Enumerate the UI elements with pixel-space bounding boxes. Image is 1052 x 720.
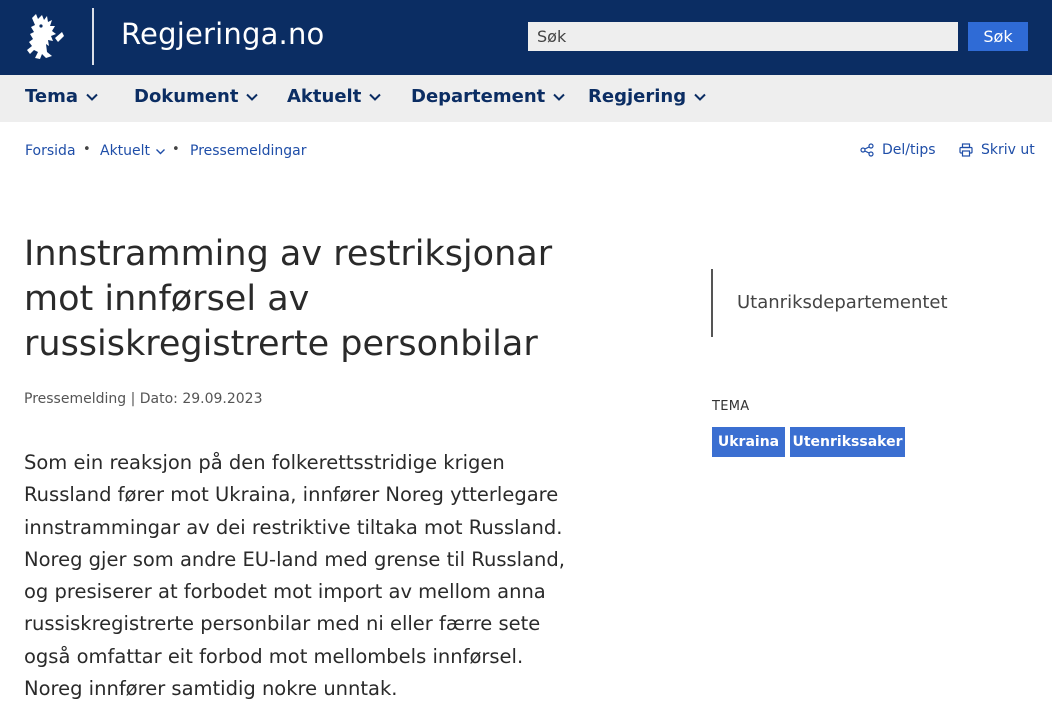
site-header: Regjeringa.no Søk bbox=[0, 0, 1052, 75]
printer-icon bbox=[959, 143, 973, 157]
nav-item-label: Regjering bbox=[588, 86, 687, 107]
breadcrumb-label: Forsida bbox=[25, 143, 76, 159]
share-label: Del/tips bbox=[882, 142, 936, 158]
search-input[interactable] bbox=[528, 22, 958, 51]
breadcrumb-separator: • bbox=[83, 142, 91, 157]
department-rule bbox=[711, 269, 713, 337]
nav-item-label: Aktuelt bbox=[287, 86, 362, 107]
nav-item-departement[interactable]: Departement bbox=[411, 86, 566, 107]
nav-item-dokument[interactable]: Dokument bbox=[134, 86, 259, 107]
breadcrumb-separator: • bbox=[172, 142, 180, 157]
breadcrumb-aktuelt[interactable]: Aktuelt bbox=[100, 143, 166, 159]
print-button[interactable]: Skriv ut bbox=[959, 142, 1035, 158]
nav-item-aktuelt[interactable]: Aktuelt bbox=[287, 86, 382, 107]
department-link[interactable]: Utanriksdepartementet bbox=[737, 292, 948, 313]
article-lead: Som ein reaksjon på den folkerettsstridi… bbox=[24, 451, 565, 701]
nav-item-regjering[interactable]: Regjering bbox=[588, 86, 707, 107]
chevron-down-icon bbox=[86, 93, 98, 101]
tag-utenrikssaker[interactable]: Utenrikssaker bbox=[790, 427, 905, 457]
search-button[interactable]: Søk bbox=[968, 22, 1028, 51]
chevron-down-icon bbox=[694, 93, 706, 101]
tema-label: TEMA bbox=[712, 399, 750, 414]
breadcrumb-label: Aktuelt bbox=[100, 143, 151, 159]
share-icon bbox=[860, 143, 874, 157]
main-nav: Tema Dokument Aktuelt Departement Regjer… bbox=[0, 75, 1052, 122]
page-title: Innstramming av restriksjonar mot innfør… bbox=[24, 234, 553, 364]
breadcrumb-label: Pressemeldingar bbox=[190, 143, 307, 159]
chevron-down-icon bbox=[369, 93, 382, 101]
nav-item-label: Departement bbox=[411, 86, 546, 107]
chevron-down-icon bbox=[553, 93, 565, 101]
chevron-down-icon bbox=[246, 93, 259, 101]
nav-item-label: Dokument bbox=[134, 86, 239, 107]
nav-item-tema[interactable]: Tema bbox=[25, 86, 99, 107]
breadcrumb-pressemeldingar[interactable]: Pressemeldingar bbox=[190, 143, 306, 159]
chevron-down-icon bbox=[156, 148, 166, 154]
header-divider bbox=[92, 8, 94, 65]
lion-crest-icon[interactable] bbox=[22, 12, 66, 62]
breadcrumb-forsida[interactable]: Forsida bbox=[25, 143, 76, 159]
print-label: Skriv ut bbox=[981, 142, 1035, 158]
article-meta: Pressemelding | Dato: 29.09.2023 bbox=[24, 391, 263, 407]
tag-ukraina[interactable]: Ukraina bbox=[712, 427, 785, 457]
nav-item-label: Tema bbox=[25, 86, 78, 107]
share-button[interactable]: Del/tips bbox=[860, 142, 936, 158]
site-name[interactable]: Regjeringa.no bbox=[121, 17, 324, 51]
